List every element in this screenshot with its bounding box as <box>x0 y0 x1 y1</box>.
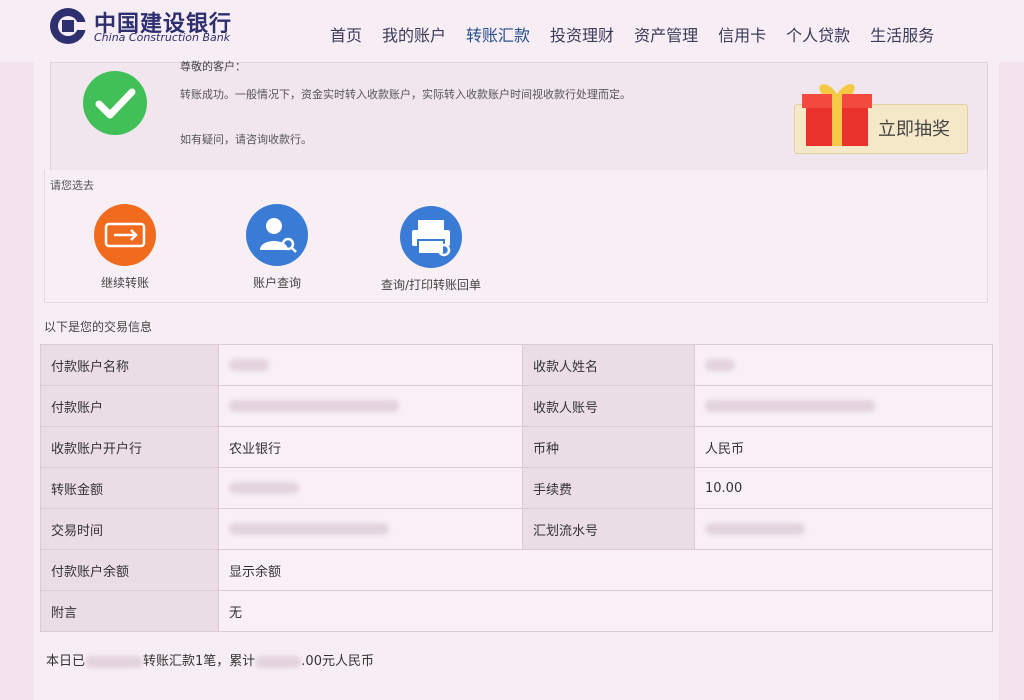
nav-item-transfer[interactable]: 转账汇款 <box>458 22 538 46</box>
printer-icon <box>400 206 462 268</box>
main-nav: 首页 我的账户 转账汇款 投资理财 资产管理 信用卡 个人贷款 生活服务 <box>322 22 946 46</box>
fee-label: 手续费 <box>522 467 695 509</box>
payer-name-value <box>218 344 523 386</box>
currency-value: 人民币 <box>694 426 993 468</box>
payee-account-label: 收款人账号 <box>522 385 695 427</box>
table-row: 收款账户开户行 农业银行 币种 人民币 <box>40 426 993 468</box>
transfer-amount-label: 转账金额 <box>40 467 219 509</box>
next-actions-box <box>44 170 988 303</box>
payee-bank-value: 农业银行 <box>218 426 523 468</box>
daily-summary-part2: 转账汇款1笔，累计 <box>143 654 256 669</box>
payee-name-value <box>694 344 993 386</box>
redacted-value <box>705 400 875 412</box>
daily-summary: 本日已 转账汇款1笔，累计 .00元人民币 <box>46 650 374 669</box>
payee-name-label: 收款人姓名 <box>522 344 695 386</box>
transaction-time-value <box>218 508 523 550</box>
payee-bank-label: 收款账户开户行 <box>40 426 219 468</box>
fee-value: 10.00 <box>694 467 993 509</box>
note-value: 无 <box>218 590 993 632</box>
serial-number-label: 汇划流水号 <box>522 508 695 550</box>
daily-summary-part3: .00元人民币 <box>301 654 374 669</box>
gift-icon[interactable] <box>796 72 878 152</box>
table-row: 付款账户名称 收款人姓名 <box>40 344 993 386</box>
transaction-info-table: 付款账户名称 收款人姓名 付款账户 收款人账号 收款账户开户行 农业银行 币种 … <box>40 344 993 632</box>
nav-item-asset-management[interactable]: 资产管理 <box>626 22 706 46</box>
daily-summary-part1: 本日已 <box>46 654 86 669</box>
transaction-time-label: 交易时间 <box>40 508 219 550</box>
nav-item-personal-loan[interactable]: 个人贷款 <box>778 22 858 46</box>
payee-account-value <box>694 385 993 427</box>
header: 中国建设银行 China Construction Bank 首页 我的账户 转… <box>0 0 1024 62</box>
next-actions-title: 请您选去 <box>50 179 94 192</box>
print-receipt-button[interactable]: 查询/打印转账回单 <box>366 206 496 293</box>
table-row: 交易时间 汇划流水号 <box>40 508 993 550</box>
brand-name-en: China Construction Bank <box>94 31 231 44</box>
table-row: 付款账户 收款人账号 <box>40 385 993 427</box>
nav-item-my-account[interactable]: 我的账户 <box>374 22 454 46</box>
payer-account-value <box>218 385 523 427</box>
redacted-value <box>229 482 299 494</box>
table-row: 转账金额 手续费 10.00 <box>40 467 993 509</box>
payer-name-label: 付款账户名称 <box>40 344 219 386</box>
success-greeting: 尊敬的客户： <box>180 60 246 73</box>
table-row: 付款账户余额 显示余额 <box>40 549 993 591</box>
transfer-icon <box>94 204 156 266</box>
ccb-logo-icon[interactable] <box>48 6 88 46</box>
nav-item-life-services[interactable]: 生活服务 <box>862 22 942 46</box>
continue-transfer-button[interactable]: 继续转账 <box>84 204 166 291</box>
user-search-icon <box>246 204 308 266</box>
balance-label: 付款账户余额 <box>40 549 219 591</box>
account-query-label: 账户查询 <box>252 276 301 290</box>
redacted-value <box>85 655 144 668</box>
payer-account-label: 付款账户 <box>40 385 219 427</box>
nav-item-home[interactable]: 首页 <box>322 22 370 46</box>
redacted-value <box>705 523 805 535</box>
success-contact-note: 如有疑问，请咨询收款行。 <box>180 133 312 146</box>
transfer-amount-value <box>218 467 523 509</box>
serial-number-value <box>694 508 993 550</box>
continue-transfer-label: 继续转账 <box>100 276 149 290</box>
redacted-value <box>229 359 269 371</box>
nav-item-credit-card[interactable]: 信用卡 <box>710 22 774 46</box>
account-query-button[interactable]: 账户查询 <box>236 204 318 291</box>
currency-label: 币种 <box>522 426 695 468</box>
note-label: 附言 <box>40 590 219 632</box>
redacted-value <box>255 655 302 668</box>
transaction-info-title: 以下是您的交易信息 <box>44 320 153 334</box>
redacted-value <box>229 400 399 412</box>
redacted-value <box>229 523 389 535</box>
balance-link[interactable]: 显示余额 <box>218 549 993 591</box>
lottery-label: 立即抽奖 <box>878 119 950 140</box>
redacted-value <box>705 359 735 371</box>
print-receipt-label: 查询/打印转账回单 <box>380 278 482 292</box>
success-check-icon <box>83 71 147 135</box>
table-row: 附言 无 <box>40 590 993 632</box>
success-message: 转账成功。一般情况下，资金实时转入收款账户，实际转入收款账户时间视收款行处理而定… <box>180 88 631 101</box>
nav-item-investment[interactable]: 投资理财 <box>542 22 622 46</box>
